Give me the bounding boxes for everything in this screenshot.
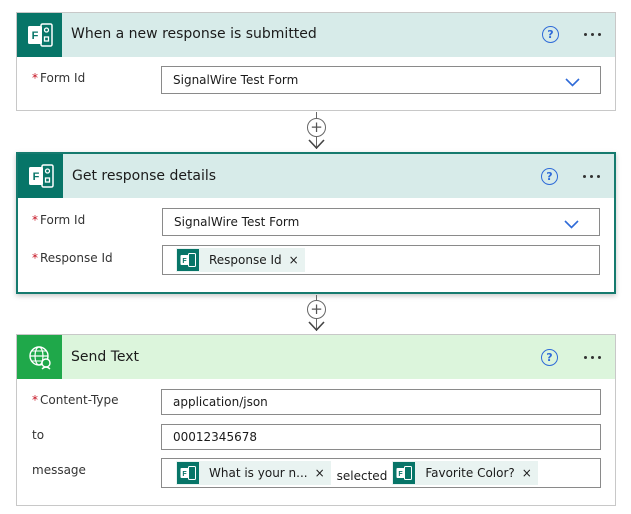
field-label-response-id: * Response Id: [32, 251, 113, 265]
help-icon[interactable]: ?: [541, 168, 558, 185]
trigger-card-header[interactable]: F When a new response is submitted ?: [17, 13, 615, 57]
svg-text:F: F: [182, 471, 187, 478]
content-type-value: application/json: [173, 395, 268, 409]
form-id-value: SignalWire Test Form: [174, 215, 300, 229]
send-text-card[interactable]: Send Text ? * Content-Type application/js…: [16, 334, 616, 506]
message-input[interactable]: F What is your n... × selected F Favorit…: [161, 458, 601, 488]
message-text: selected: [336, 469, 388, 483]
dynamic-content-token[interactable]: F Favorite Color? ×: [392, 461, 538, 485]
token-label: Response Id: [209, 253, 282, 267]
to-value: 00012345678: [173, 430, 257, 444]
microsoft-forms-icon: F: [177, 462, 199, 484]
dynamic-content-token[interactable]: F What is your n... ×: [176, 461, 331, 485]
globe-icon: [17, 335, 62, 379]
svg-text:F: F: [31, 30, 38, 42]
microsoft-forms-icon: F: [177, 249, 199, 271]
chevron-down-icon[interactable]: [565, 75, 580, 90]
token-label: What is your n...: [209, 466, 308, 480]
arrow-down-icon: [308, 321, 325, 332]
token-label: Favorite Color?: [425, 466, 515, 480]
form-id-dropdown[interactable]: SignalWire Test Form: [162, 208, 600, 236]
card-title: When a new response is submitted: [71, 26, 317, 42]
trigger-card[interactable]: F When a new response is submitted ? * Fo…: [16, 12, 616, 111]
chevron-down-icon[interactable]: [564, 217, 579, 232]
more-options-icon[interactable]: [583, 175, 600, 178]
field-label-to: to: [32, 428, 45, 442]
svg-text:F: F: [399, 471, 404, 478]
microsoft-forms-icon: F: [393, 462, 416, 484]
svg-text:F: F: [182, 258, 187, 265]
dynamic-content-token[interactable]: F Response Id ×: [176, 248, 305, 272]
send-text-card-header[interactable]: Send Text ?: [17, 335, 615, 379]
remove-token-icon[interactable]: ×: [289, 253, 299, 267]
arrow-down-icon: [308, 139, 325, 150]
response-id-input[interactable]: F Response Id ×: [162, 245, 600, 275]
form-id-dropdown[interactable]: SignalWire Test Form: [161, 66, 601, 94]
field-label-form-id: * Form Id: [32, 71, 86, 85]
field-label-content-type: * Content-Type: [32, 393, 119, 407]
form-id-value: SignalWire Test Form: [173, 73, 299, 87]
card-title: Get response details: [72, 168, 217, 184]
svg-text:F: F: [32, 171, 39, 183]
remove-token-icon[interactable]: ×: [315, 466, 325, 480]
more-options-icon[interactable]: [584, 33, 601, 36]
content-type-input[interactable]: application/json: [161, 389, 601, 415]
microsoft-forms-icon: F: [17, 13, 62, 57]
field-label-message: message: [32, 463, 86, 477]
card-title: Send Text: [71, 349, 140, 365]
help-icon[interactable]: ?: [542, 26, 559, 43]
add-step-icon[interactable]: +: [307, 118, 326, 137]
help-icon[interactable]: ?: [541, 349, 558, 366]
get-response-card[interactable]: F Get response details ? * Form Id Signal…: [16, 152, 616, 294]
remove-token-icon[interactable]: ×: [522, 466, 532, 480]
microsoft-forms-icon: F: [18, 154, 63, 198]
get-response-card-header[interactable]: F Get response details ?: [18, 154, 614, 198]
more-options-icon[interactable]: [584, 356, 601, 359]
field-label-form-id: * Form Id: [32, 213, 86, 227]
to-input[interactable]: 00012345678: [161, 424, 601, 450]
add-step-icon[interactable]: +: [307, 300, 326, 319]
